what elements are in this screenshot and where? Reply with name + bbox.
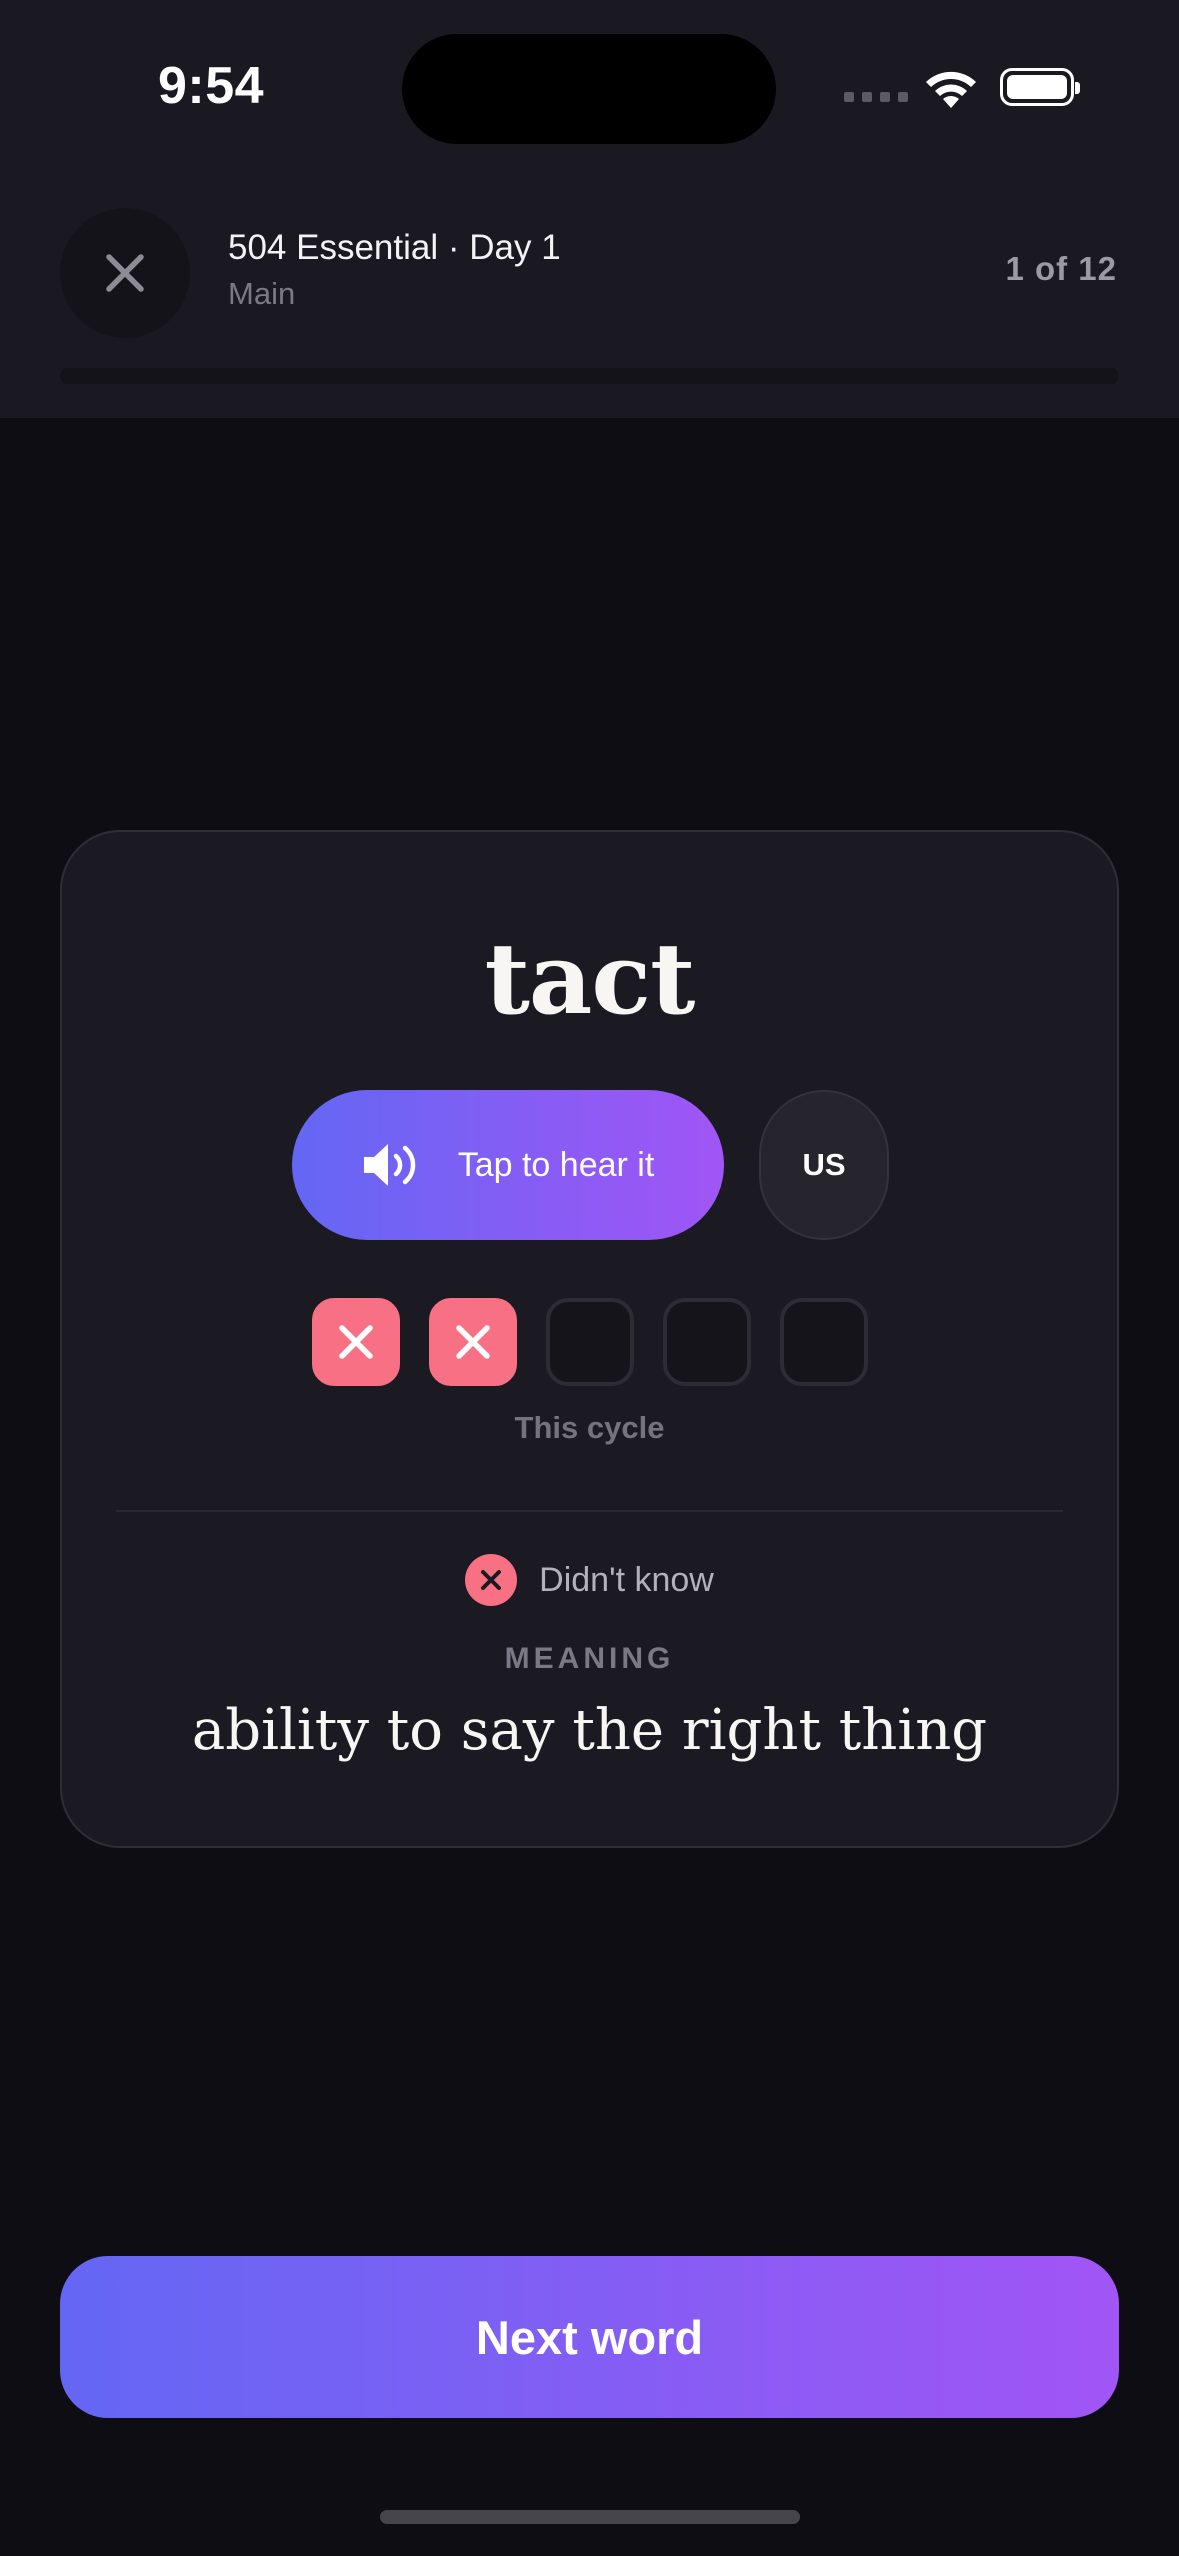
result-text: Didn't know xyxy=(539,1560,714,1599)
cycle-box-2-wrong xyxy=(429,1298,517,1386)
x-circle-icon xyxy=(465,1554,518,1606)
close-button[interactable] xyxy=(60,208,190,338)
speaker-icon xyxy=(363,1144,415,1186)
close-icon xyxy=(106,254,144,292)
status-time: 9:54 xyxy=(158,57,265,115)
hear-button-label: Tap to hear it xyxy=(457,1145,655,1184)
hear-pronunciation-button[interactable]: Tap to hear it xyxy=(292,1090,724,1240)
header-area: 9:54 504 Essential · Day 1 Main 1 of 12 xyxy=(0,0,1179,418)
battery-icon xyxy=(1000,68,1080,106)
deck-subtitle: Main xyxy=(228,276,296,311)
deck-title: 504 Essential · Day 1 xyxy=(228,228,561,267)
wifi-icon xyxy=(926,71,976,108)
cycle-box-4-empty xyxy=(663,1298,751,1386)
cycle-box-3-empty xyxy=(546,1298,634,1386)
x-mark-icon xyxy=(339,1325,373,1359)
cycle-results xyxy=(312,1298,868,1386)
meaning-label: MEANING xyxy=(504,1642,675,1675)
meaning-text: ability to say the right thing xyxy=(191,1698,988,1763)
x-mark-icon xyxy=(456,1325,490,1359)
cycle-box-1-wrong xyxy=(312,1298,400,1386)
next-word-button[interactable]: Next word xyxy=(60,2256,1119,2418)
accent-toggle-button[interactable]: US xyxy=(759,1090,889,1240)
divider xyxy=(116,1510,1063,1512)
dynamic-island xyxy=(402,34,776,144)
progress-bar xyxy=(60,368,1119,384)
cellular-signal-icon xyxy=(844,92,908,102)
home-indicator[interactable] xyxy=(380,2510,800,2524)
answer-result: Didn't know xyxy=(62,1554,1117,1606)
progress-counter: 1 of 12 xyxy=(1005,250,1117,287)
flashcard: tact Tap to hear it US This cycle Didn't… xyxy=(60,830,1119,1848)
cycle-label: This cycle xyxy=(514,1410,665,1445)
cycle-box-5-empty xyxy=(780,1298,868,1386)
vocab-word: tact xyxy=(484,922,696,1037)
